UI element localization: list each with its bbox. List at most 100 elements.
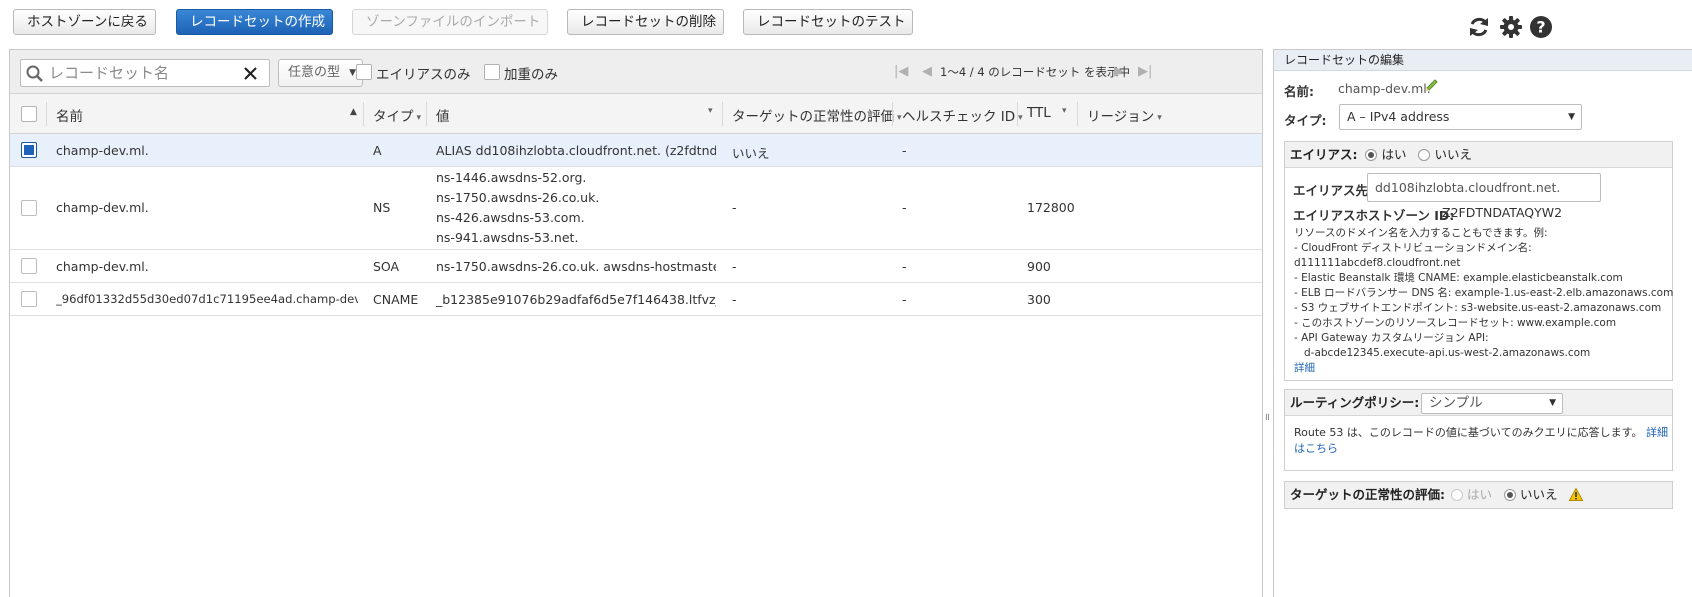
create-record-set-button[interactable]: レコードセットの作成	[176, 9, 333, 35]
record-type: NS	[373, 200, 391, 215]
svg-text:?: ?	[1536, 18, 1545, 37]
column-header-value[interactable]: 値	[436, 105, 450, 125]
routing-policy-description: Route 53 は、このレコードの値に基づいてのみクエリに応答します。 詳細	[1294, 425, 1668, 440]
pencil-icon[interactable]	[1424, 77, 1440, 93]
import-zone-file-button[interactable]: ゾーンファイルのインポート	[352, 9, 548, 35]
record-type: CNAME	[373, 292, 419, 307]
sort-ascending-icon[interactable]: ▲	[350, 107, 357, 117]
help-text-line: - このホストゾーンのリソースレコードセット: www.example.com	[1294, 317, 1617, 329]
search-box[interactable]	[20, 59, 270, 87]
record-value: ALIAS dd108ihzlobta.cloudfront.net. (z2f…	[436, 143, 716, 158]
edit-panel-title: レコードセットの編集	[1274, 50, 1692, 71]
alias-only-checkbox[interactable]	[356, 64, 372, 80]
record-type-select[interactable]: 任意の型 ▼	[278, 59, 363, 87]
routing-details-link-cont[interactable]: はこちら	[1294, 441, 1338, 456]
first-page-icon[interactable]: |◀	[894, 64, 908, 79]
sort-icon: ▾	[416, 113, 422, 123]
alias-yes-radio[interactable]	[1365, 149, 1378, 161]
alias-label: エイリアス:	[1290, 147, 1358, 162]
alias-no-label: いいえ	[1434, 147, 1472, 162]
alias-target-input[interactable]: dd108ihzlobta.cloudfront.net.	[1367, 173, 1601, 202]
record-health-eval: -	[732, 200, 737, 215]
alias-target-label: エイリアス先:	[1293, 183, 1373, 198]
column-header-ttl[interactable]: TTL	[1027, 105, 1051, 121]
health-no-radio[interactable]	[1503, 489, 1516, 501]
record-value: ns-1750.awsdns-26.co.uk.	[436, 190, 600, 205]
refresh-icon[interactable]	[1467, 15, 1491, 39]
routing-policy-desc-text: Route 53 は、このレコードの値に基づいてのみクエリに応答します。	[1294, 426, 1643, 439]
table-row[interactable]: champ-dev.ml. NS ns-1446.awsdns-52.org. …	[10, 167, 1262, 250]
routing-policy-dropdown[interactable]: シンプル ▼	[1421, 393, 1563, 414]
record-ttl: 900	[1027, 259, 1051, 274]
record-sets-panel: 任意の型 ▼ エイリアスのみ 加重のみ |◀ ◀ 1～4 / 4 のレコードセッ…	[9, 49, 1263, 597]
sort-icon: ▾	[897, 113, 902, 123]
delete-record-set-button[interactable]: レコードセットの削除	[567, 9, 724, 35]
column-header-type-label: タイプ	[373, 109, 414, 125]
column-header-type[interactable]: タイプ ▾	[373, 105, 421, 125]
gear-icon[interactable]	[1499, 15, 1523, 39]
evaluate-target-health-header: ターゲットの正常性の評価: はい いいえ	[1285, 482, 1672, 508]
table-row[interactable]: _96df01332d55d30ed07d1c71195ee4ad.champ-…	[10, 283, 1262, 316]
column-header-name[interactable]: 名前	[56, 105, 83, 125]
record-type-dropdown[interactable]: A – IPv4 address ▼	[1339, 104, 1582, 130]
record-type: A	[373, 143, 382, 158]
weighted-only-checkbox[interactable]	[484, 64, 500, 80]
column-header-name-label: 名前	[56, 109, 83, 125]
table-header: 名前 ▲ タイプ ▾ 値 ▾ ターゲットの正常性の評価 ▾ ヘルスチェック ID ▾ …	[10, 94, 1262, 134]
sort-icon: ▾	[1018, 113, 1023, 123]
alias-zone-value: Z2FDTNDATAQYW2	[1442, 205, 1563, 220]
record-type: SOA	[373, 259, 400, 274]
health-yes-radio[interactable]	[1450, 489, 1463, 501]
record-health-check: -	[902, 292, 907, 307]
alias-target-value: dd108ihzlobta.cloudfront.net.	[1375, 180, 1561, 195]
prev-page-icon[interactable]: ◀	[922, 64, 932, 79]
routing-details-link[interactable]: 詳細	[1646, 426, 1668, 439]
row-checkbox[interactable]	[21, 142, 37, 158]
sort-icon: ▾	[1062, 106, 1067, 116]
search-icon	[26, 65, 43, 82]
record-health-eval: -	[732, 292, 737, 307]
name-value: champ-dev.ml.	[1338, 81, 1431, 96]
edit-record-set-panel: レコードセットの編集 名前: champ-dev.ml. タイプ: A – IP…	[1273, 49, 1692, 597]
column-header-ttl-label: TTL	[1027, 105, 1051, 121]
alias-no-radio[interactable]	[1418, 149, 1431, 161]
alias-only-label: エイリアスのみ	[376, 67, 471, 83]
filter-bar: 任意の型 ▼ エイリアスのみ 加重のみ |◀ ◀ 1～4 / 4 のレコードセッ…	[10, 50, 1262, 94]
record-name: champ-dev.ml.	[56, 259, 149, 274]
health-yes-label: はい	[1466, 487, 1492, 502]
select-all-checkbox[interactable]	[21, 106, 37, 122]
record-ttl: 172800	[1027, 200, 1075, 215]
help-icon[interactable]: ?	[1529, 15, 1553, 39]
back-to-hosted-zones-button[interactable]: ホストゾーンに戻る	[13, 9, 156, 35]
table-row[interactable]: champ-dev.ml. A ALIAS dd108ihzlobta.clou…	[10, 134, 1262, 167]
panel-resize-handle[interactable]: ॥	[1263, 49, 1273, 597]
column-header-region[interactable]: リージョン ▾	[1087, 105, 1162, 125]
sort-icon: ▾	[1157, 113, 1162, 123]
search-input[interactable]	[47, 62, 237, 84]
record-value: ns-1446.awsdns-52.org.	[436, 170, 587, 185]
row-checkbox[interactable]	[21, 200, 37, 216]
column-header-health-eval[interactable]: ターゲットの正常性の評価 ▾	[732, 105, 902, 125]
help-text-line: - Elastic Beanstalk 環境 CNAME: example.el…	[1294, 272, 1623, 284]
last-page-icon[interactable]: ▶|	[1138, 64, 1152, 79]
test-record-set-button[interactable]: レコードセットのテスト	[743, 9, 913, 35]
record-health-eval: -	[732, 259, 737, 274]
alias-zone-label: エイリアスホストゾーン ID:	[1293, 208, 1455, 223]
record-value: ns-941.awsdns-53.net.	[436, 230, 579, 245]
record-name: champ-dev.ml.	[56, 143, 149, 158]
column-header-region-label: リージョン	[1087, 109, 1155, 125]
record-value: ns-426.awsdns-53.com.	[436, 210, 585, 225]
column-header-health-check[interactable]: ヘルスチェック ID ▾	[902, 105, 1023, 125]
table-row[interactable]: champ-dev.ml. SOA ns-1750.awsdns-26.co.u…	[10, 250, 1262, 283]
evaluate-target-health-label: ターゲットの正常性の評価:	[1290, 487, 1445, 502]
record-ttl: 300	[1027, 292, 1051, 307]
alias-details-link[interactable]: 詳細	[1294, 361, 1315, 376]
row-checkbox[interactable]	[21, 258, 37, 274]
row-checkbox[interactable]	[21, 291, 37, 307]
alias-section: エイリアス: はい いいえ エイリアス先: dd108ihzlobta.clou…	[1284, 141, 1673, 381]
next-page-icon[interactable]: ▶	[1114, 64, 1124, 79]
alias-yes-label: はい	[1381, 147, 1407, 162]
routing-policy-section: ルーティングポリシー: シンプル ▼ Route 53 は、このレコードの値に基…	[1284, 389, 1673, 471]
clear-search-icon[interactable]	[243, 66, 258, 81]
warning-icon	[1569, 487, 1584, 501]
